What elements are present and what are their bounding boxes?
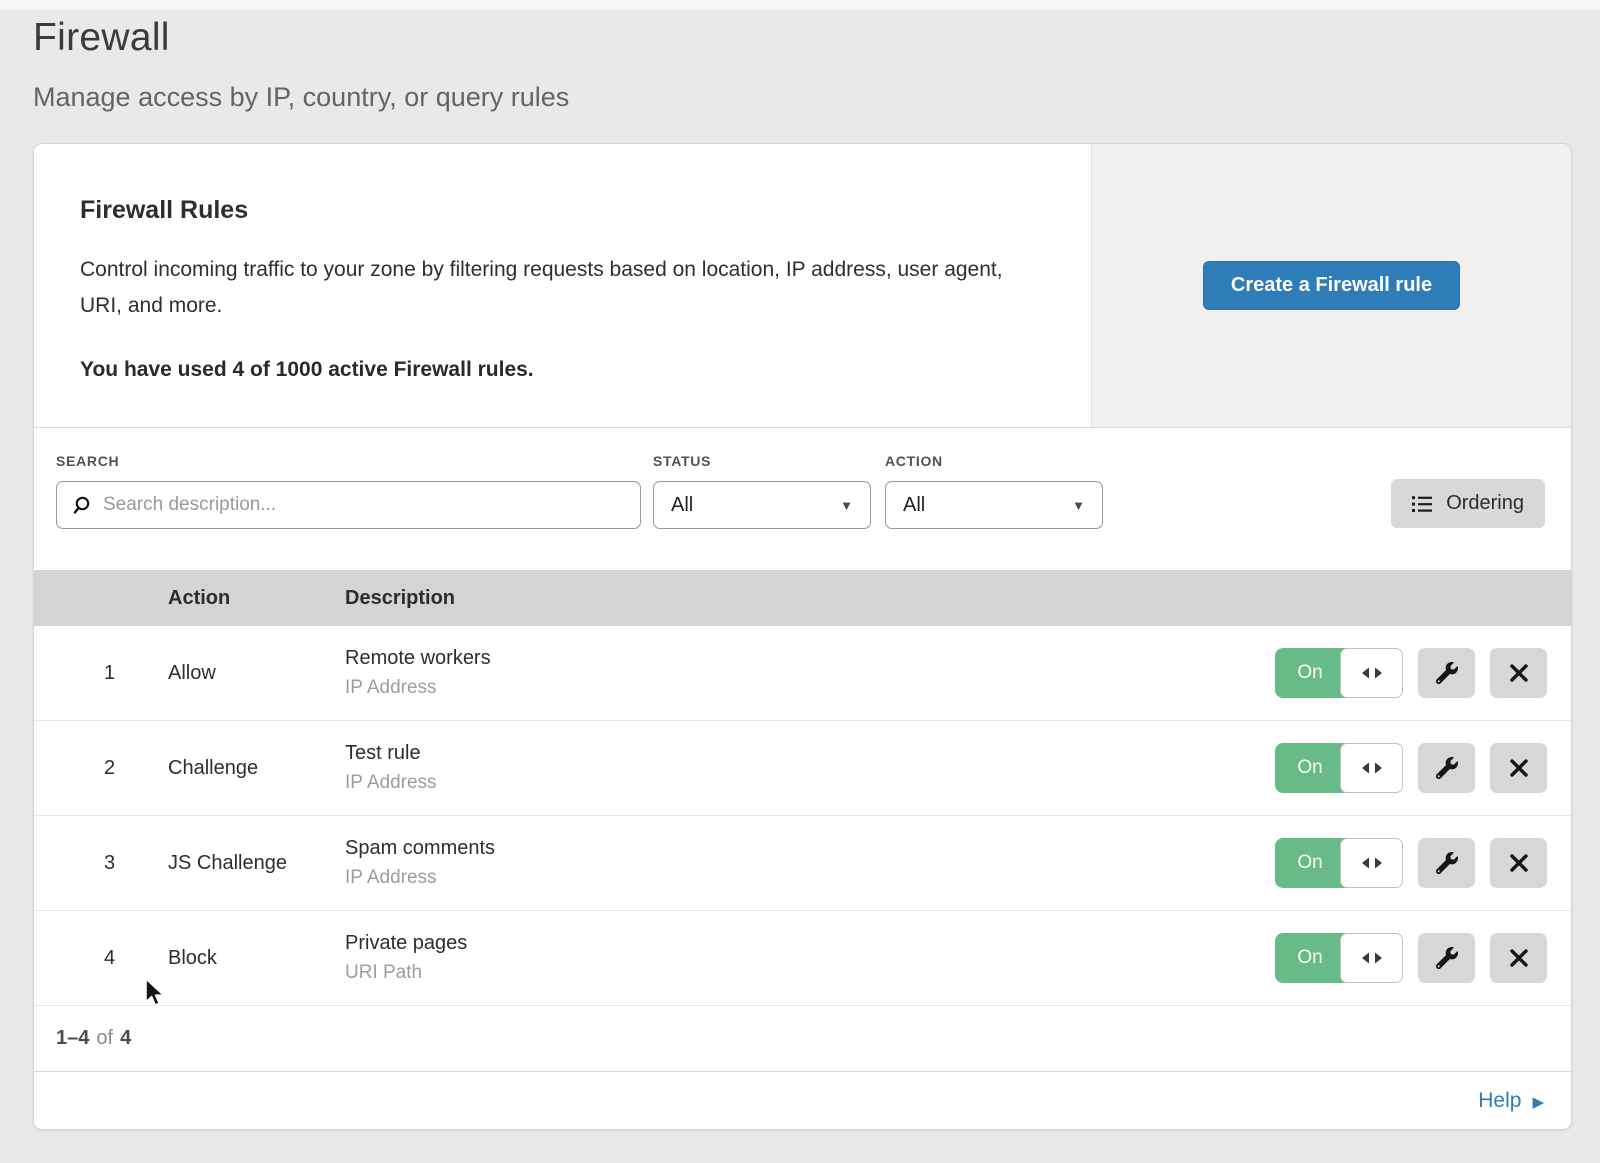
table-row: 2 Challenge Test rule IP Address On — [34, 721, 1571, 816]
status-filter-group: STATUS All ▼ — [653, 453, 871, 570]
column-action: Action — [168, 587, 345, 610]
rule-controls: On — [1275, 933, 1571, 983]
card-heading: Firewall Rules — [80, 196, 1031, 225]
ordering-group: Ordering — [1391, 453, 1545, 570]
rule-field: IP Address — [345, 677, 1275, 699]
rule-controls: On — [1275, 648, 1571, 698]
ordering-button-label: Ordering — [1446, 492, 1524, 515]
toggle-state-label: On — [1275, 933, 1345, 983]
card-description: Control incoming traffic to your zone by… — [80, 252, 1030, 324]
ordering-list-icon — [1412, 494, 1433, 514]
rule-controls: On — [1275, 838, 1571, 888]
filters-bar: SEARCH STATUS All ▼ ACTION All ▼ — [34, 428, 1571, 570]
wrench-icon — [1436, 947, 1458, 969]
usage-summary: You have used 4 of 1000 active Firewall … — [80, 358, 1031, 382]
toggle-arrows-icon — [1340, 743, 1403, 793]
rule-enabled-toggle[interactable]: On — [1275, 933, 1403, 983]
pagination-range: 1–4 — [56, 1027, 89, 1050]
delete-rule-button[interactable] — [1490, 838, 1547, 888]
rule-action: Allow — [168, 662, 345, 685]
action-label: ACTION — [885, 453, 1103, 469]
pagination-total: 4 — [120, 1027, 131, 1050]
wrench-icon — [1436, 852, 1458, 874]
search-input-wrapper[interactable] — [56, 481, 641, 529]
rule-description-cell: Spam comments IP Address — [345, 837, 1275, 889]
close-icon — [1510, 949, 1528, 967]
rule-enabled-toggle[interactable]: On — [1275, 743, 1403, 793]
rule-controls: On — [1275, 743, 1571, 793]
rule-description: Remote workers — [345, 647, 1275, 670]
create-firewall-rule-button[interactable]: Create a Firewall rule — [1203, 261, 1460, 310]
page-header: Firewall Manage access by IP, country, o… — [0, 0, 1600, 113]
table-row: 1 Allow Remote workers IP Address On — [34, 626, 1571, 721]
rule-field: URI Path — [345, 962, 1275, 984]
rule-field: IP Address — [345, 772, 1275, 794]
rule-enabled-toggle[interactable]: On — [1275, 648, 1403, 698]
toggle-state-label: On — [1275, 743, 1345, 793]
rule-priority: 1 — [34, 662, 168, 685]
firewall-rules-card: Firewall Rules Control incoming traffic … — [33, 143, 1572, 1130]
rule-description: Test rule — [345, 742, 1275, 765]
rule-field: IP Address — [345, 867, 1275, 889]
column-description: Description — [345, 587, 1571, 610]
help-link[interactable]: Help ▶ — [1478, 1089, 1544, 1113]
rule-action: Block — [168, 947, 345, 970]
search-filter-group: SEARCH — [56, 453, 641, 570]
wrench-icon — [1436, 662, 1458, 684]
close-icon — [1510, 759, 1528, 777]
search-icon — [71, 495, 92, 516]
action-filter-group: ACTION All ▼ — [885, 453, 1103, 570]
delete-rule-button[interactable] — [1490, 743, 1547, 793]
table-header: Action Description — [34, 570, 1571, 626]
rule-description-cell: Test rule IP Address — [345, 742, 1275, 794]
chevron-down-icon: ▼ — [840, 498, 853, 513]
status-label: STATUS — [653, 453, 871, 469]
toggle-state-label: On — [1275, 838, 1345, 888]
delete-rule-button[interactable] — [1490, 648, 1547, 698]
status-select[interactable]: All ▼ — [653, 481, 871, 529]
toggle-arrows-icon — [1340, 838, 1403, 888]
toggle-arrows-icon — [1340, 648, 1403, 698]
card-top-section: Firewall Rules Control incoming traffic … — [34, 144, 1571, 428]
rule-enabled-toggle[interactable]: On — [1275, 838, 1403, 888]
rule-action: JS Challenge — [168, 852, 345, 875]
wrench-icon — [1436, 757, 1458, 779]
search-label: SEARCH — [56, 453, 641, 469]
status-select-value: All — [671, 494, 693, 517]
table-row: 4 Block Private pages URI Path On — [34, 911, 1571, 1006]
edit-rule-button[interactable] — [1418, 743, 1475, 793]
card-top-right: Create a Firewall rule — [1091, 144, 1571, 427]
rule-priority: 3 — [34, 852, 168, 875]
rule-priority: 2 — [34, 757, 168, 780]
rule-description: Private pages — [345, 932, 1275, 955]
edit-rule-button[interactable] — [1418, 933, 1475, 983]
card-footer: Help ▶ — [34, 1072, 1571, 1129]
toggle-arrows-icon — [1340, 933, 1403, 983]
rule-description-cell: Private pages URI Path — [345, 932, 1275, 984]
edit-rule-button[interactable] — [1418, 648, 1475, 698]
action-select-value: All — [903, 494, 925, 517]
rule-description-cell: Remote workers IP Address — [345, 647, 1275, 699]
delete-rule-button[interactable] — [1490, 933, 1547, 983]
chevron-down-icon: ▼ — [1072, 498, 1085, 513]
search-input[interactable] — [103, 494, 626, 516]
rule-description: Spam comments — [345, 837, 1275, 860]
page-subtitle: Manage access by IP, country, or query r… — [33, 82, 1600, 113]
rule-action: Challenge — [168, 757, 345, 780]
help-link-label: Help — [1478, 1089, 1521, 1113]
close-icon — [1510, 854, 1528, 872]
pagination: 1–4 of 4 — [34, 1006, 1571, 1072]
card-top-left: Firewall Rules Control incoming traffic … — [34, 144, 1091, 427]
ordering-button[interactable]: Ordering — [1391, 479, 1545, 528]
pagination-of: of — [96, 1027, 113, 1050]
help-arrow-icon: ▶ — [1532, 1091, 1544, 1111]
toggle-state-label: On — [1275, 648, 1345, 698]
rule-priority: 4 — [34, 947, 168, 970]
page-title: Firewall — [33, 16, 1600, 60]
edit-rule-button[interactable] — [1418, 838, 1475, 888]
table-row: 3 JS Challenge Spam comments IP Address … — [34, 816, 1571, 911]
action-select[interactable]: All ▼ — [885, 481, 1103, 529]
close-icon — [1510, 664, 1528, 682]
